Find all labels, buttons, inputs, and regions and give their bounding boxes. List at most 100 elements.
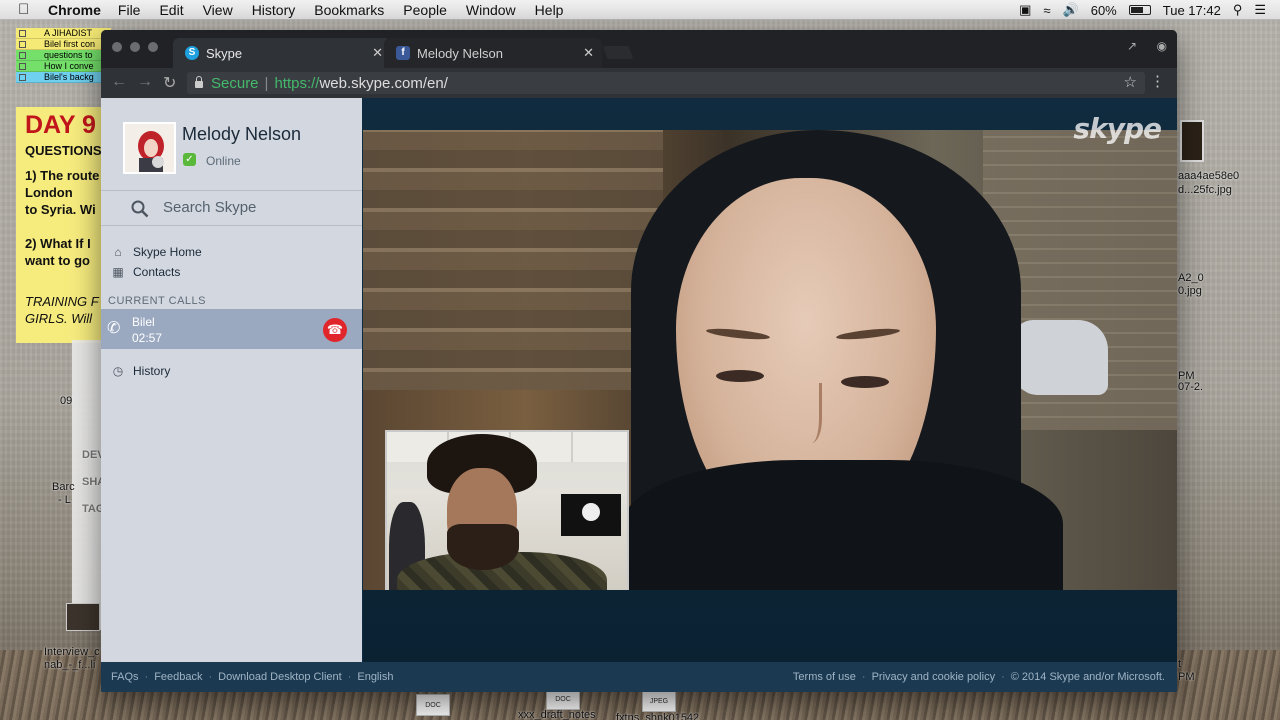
tab-skype[interactable]: S Skype ✕ (173, 38, 391, 68)
search-skype-input[interactable] (163, 194, 343, 220)
profile-name[interactable]: Melody Nelson (182, 124, 301, 145)
nav-contacts[interactable]: ▦ Contacts (111, 263, 180, 281)
nav-skype-home[interactable]: ⌂ Skype Home (111, 243, 201, 261)
desktop-file-label[interactable]: - L (58, 494, 71, 506)
desktop-file-label[interactable]: PM (1178, 671, 1195, 683)
sticky-line: want to go (25, 253, 90, 268)
current-calls-heading: CURRENT CALLS (108, 295, 206, 307)
volume-icon[interactable]: 🔊 (1063, 2, 1079, 18)
skype-web-page: Melody Nelson ✓ Online ⌂ Skype Home ▦ Co… (101, 98, 1177, 692)
desktop-file-label[interactable]: d...25fc.jpg (1178, 184, 1232, 196)
menu-history[interactable]: History (252, 2, 296, 18)
secure-label: Secure (211, 74, 259, 92)
sticky-notes-stack: A JIHADIST Bilel first con questions to … (16, 28, 111, 83)
nav-label: Contacts (133, 265, 181, 279)
new-tab-button[interactable] (602, 46, 634, 59)
sticky-tab[interactable]: A JIHADIST (16, 28, 111, 39)
sticky-line: 2) What If I (25, 236, 91, 251)
skype-favicon-icon: S (185, 46, 199, 60)
spotlight-search-icon[interactable]: ⚲ (1233, 2, 1243, 18)
call-contact-name: Bilel (132, 315, 155, 329)
battery-percent[interactable]: 60% (1091, 3, 1117, 18)
menu-bookmarks[interactable]: Bookmarks (314, 2, 384, 18)
wifi-icon[interactable]: ≈ (1043, 3, 1050, 18)
current-call-item[interactable]: ✆ Bilel 02:57 ☎ (101, 309, 362, 349)
clock[interactable]: Tue 17:42 (1163, 3, 1221, 18)
desktop-jpeg-file-icon[interactable]: JPEG (642, 690, 676, 712)
desktop-file-label[interactable]: nab_-_f...li (44, 659, 95, 671)
divider (101, 225, 362, 226)
sticky-tab[interactable]: Bilel's backg (16, 72, 111, 83)
desktop-file-label[interactable]: xxx_draft_notes (518, 709, 596, 720)
zoom-window-button[interactable] (148, 42, 158, 52)
desktop-file-label[interactable]: Barc (52, 481, 75, 493)
nav-label: History (133, 364, 171, 378)
footer-link-download[interactable]: Download Desktop Client (218, 671, 342, 683)
footer-link-privacy[interactable]: Privacy and cookie policy (872, 671, 996, 683)
forward-icon[interactable]: → (137, 73, 153, 91)
sticky-line: QUESTIONS (25, 143, 102, 158)
desktop-doc-file-icon[interactable]: DOC (416, 694, 450, 716)
menu-app-chrome[interactable]: Chrome (48, 2, 101, 18)
desktop-file-label[interactable]: 07-2. (1178, 381, 1203, 393)
menu-window[interactable]: Window (466, 2, 516, 18)
incognito-icon: ◉ (1156, 39, 1167, 53)
footer-link-terms[interactable]: Terms of use (793, 671, 856, 683)
nav-history[interactable]: ◷ History (111, 362, 171, 380)
camera-icon[interactable]: ▣ (1019, 2, 1031, 18)
footer-link-feedback[interactable]: Feedback (154, 671, 202, 683)
menu-bar:  Chrome File Edit View History Bookmark… (0, 0, 1280, 20)
profile-avatar[interactable] (123, 122, 176, 174)
menu-view[interactable]: View (203, 2, 233, 18)
video-call-area[interactable]: skype (363, 98, 1177, 662)
desktop-file-label[interactable]: 0.jpg (1178, 285, 1202, 297)
apple-menu-icon[interactable]:  (18, 1, 34, 18)
bookmark-star-icon[interactable]: ☆ (1124, 73, 1137, 91)
desktop-video-thumbnail[interactable] (66, 603, 100, 631)
menu-people[interactable]: People (403, 2, 447, 18)
desktop-file-label[interactable]: 09 (60, 395, 72, 407)
sticky-tab[interactable]: questions to (16, 50, 111, 61)
reload-icon[interactable]: ↻ (163, 73, 176, 93)
hang-up-button[interactable]: ☎ (323, 318, 347, 342)
sticky-tab[interactable]: How I conve (16, 61, 111, 72)
desktop-file-label[interactable]: aaa4ae58e0 (1178, 170, 1239, 182)
eye (841, 376, 889, 388)
back-icon[interactable]: ← (111, 73, 127, 91)
menu-help[interactable]: Help (535, 2, 564, 18)
notification-center-icon[interactable]: ☰ (1254, 2, 1266, 18)
desktop-file-label[interactable]: A2_0 (1178, 272, 1204, 284)
footer-link-language[interactable]: English (357, 671, 393, 683)
menubar-status-area: ▣ ≈ 🔊 60% Tue 17:42 ⚲ ☰ (1019, 0, 1266, 20)
sticky-tab[interactable]: Bilel first con (16, 39, 111, 50)
close-tab-icon[interactable]: ✕ (372, 45, 383, 61)
close-tab-icon[interactable]: ✕ (583, 45, 594, 61)
browser-toolbar: ← → ↻ Secure | https:// web.skype.com/en… (101, 68, 1177, 98)
skype-logo-icon: skype (1073, 112, 1162, 145)
sticky-line: GIRLS. Will (25, 311, 93, 326)
close-window-button[interactable] (112, 42, 122, 52)
presence-status[interactable]: Online (206, 154, 241, 168)
menu-file[interactable]: File (118, 2, 141, 18)
menu-edit[interactable]: Edit (159, 2, 183, 18)
fullscreen-icon[interactable]: ↗ (1127, 39, 1137, 53)
self-video-preview[interactable] (385, 430, 629, 590)
chrome-menu-icon[interactable]: ⋮ (1150, 72, 1165, 90)
desktop-file-label[interactable]: Interview_c (44, 646, 100, 658)
minimize-window-button[interactable] (130, 42, 140, 52)
footer-link-faqs[interactable]: FAQs (111, 671, 139, 683)
sticky-note-day9[interactable]: DAY 9 QUESTIONS 1) The route London to S… (16, 107, 106, 343)
desktop-image-thumbnail[interactable] (1180, 120, 1204, 162)
battery-icon[interactable] (1128, 5, 1151, 15)
address-bar[interactable]: Secure | https:// web.skype.com/en/ ☆ (187, 72, 1145, 94)
desktop-file-label[interactable]: t (1178, 658, 1181, 670)
url-scheme: https:// (274, 74, 320, 92)
divider (101, 190, 362, 191)
contacts-icon: ▦ (112, 265, 124, 279)
tab-melody-nelson[interactable]: f Melody Nelson ✕ (384, 38, 602, 68)
page-footer: FAQs · Feedback · Download Desktop Client ·… (101, 662, 1177, 692)
video-background-shelf (363, 130, 663, 390)
tab-title: Melody Nelson (417, 45, 503, 61)
facebook-favicon-icon: f (396, 46, 410, 60)
desktop-file-label[interactable]: fxtns_shnk01542 (616, 712, 699, 720)
